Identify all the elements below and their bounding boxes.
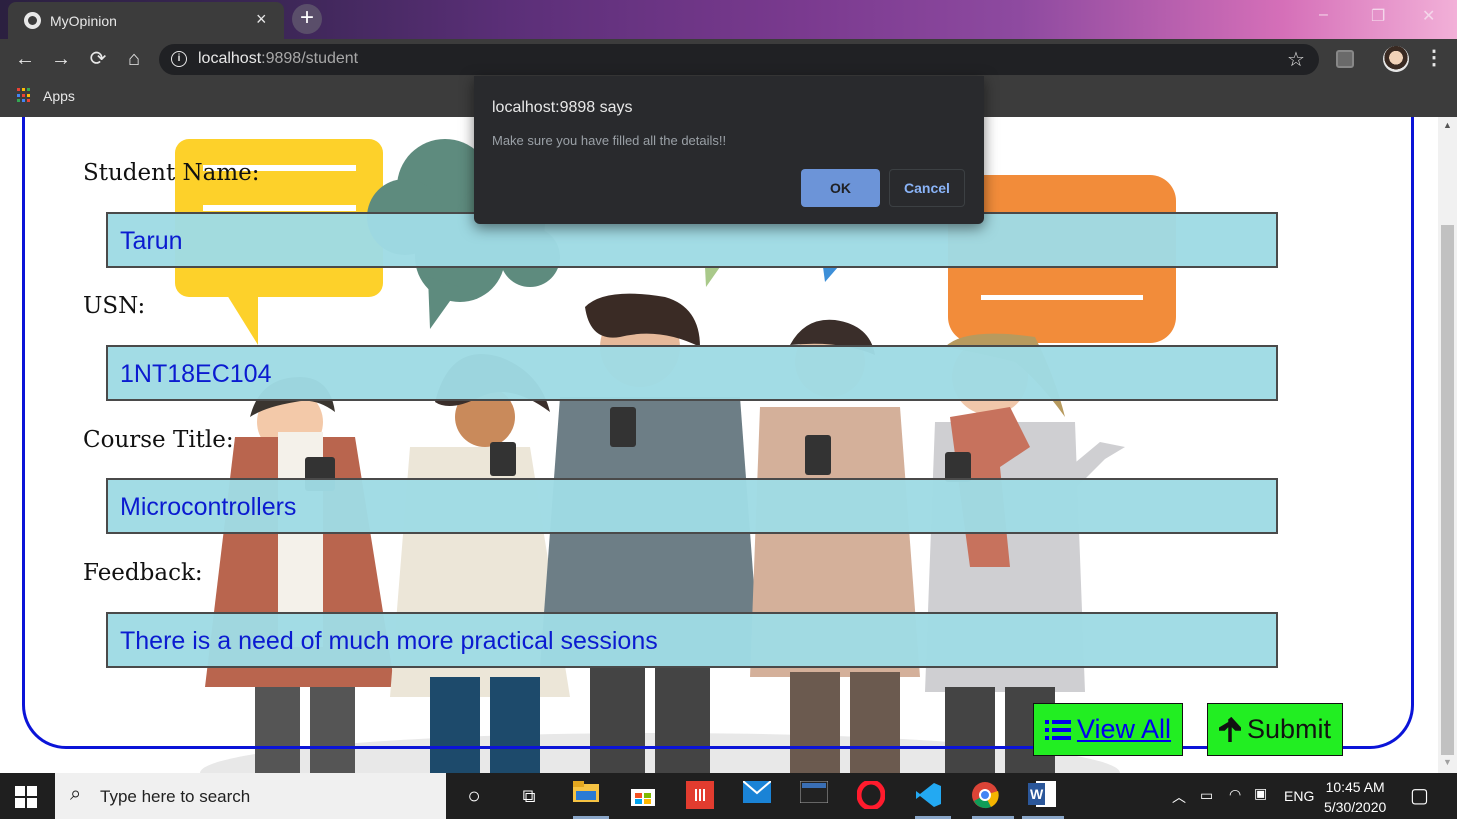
list-icon <box>1044 719 1071 740</box>
apps-bookmark[interactable]: Apps <box>43 88 75 104</box>
submit-label: Submit <box>1246 714 1332 744</box>
clock-date: 5/30/2020 <box>1324 799 1387 815</box>
restore-icon[interactable]: ❐ <box>1371 6 1385 26</box>
windows-start-icon[interactable] <box>15 786 37 808</box>
new-tab-button[interactable]: + <box>292 4 322 34</box>
notifications-icon[interactable]: ▢ <box>1410 783 1429 808</box>
tab-close-icon[interactable]: × <box>256 9 267 30</box>
store-icon[interactable] <box>628 781 658 811</box>
feedback-input[interactable]: There is a need of much more practical s… <box>106 612 1278 668</box>
browser-toolbar: ← → ⟳ ⌂ i localhost:9898/student ☆ ⋮ <box>0 39 1457 80</box>
usn-label: USN: <box>83 293 146 319</box>
printer-icon[interactable]: ▣ <box>1254 785 1267 802</box>
mail-icon[interactable] <box>742 780 772 811</box>
browser-tab[interactable]: MyOpinion × <box>8 2 284 39</box>
dialog-ok-button[interactable]: OK <box>801 169 880 207</box>
browser-tab-strip: MyOpinion × + – ❐ ✕ <box>0 0 1457 39</box>
scrollbar-thumb[interactable] <box>1441 225 1454 755</box>
student-name-label: Student Name: <box>83 160 260 186</box>
scroll-up-icon[interactable]: ▲ <box>1443 120 1452 130</box>
course-title-label: Course Title: <box>83 427 234 453</box>
show-hidden-icons-icon[interactable]: ︿ <box>1172 787 1186 807</box>
submit-button[interactable]: Submit <box>1207 703 1343 756</box>
minimize-icon[interactable]: – <box>1319 6 1328 24</box>
chrome-icon[interactable] <box>970 781 1000 811</box>
opera-icon[interactable] <box>856 779 886 811</box>
home-icon[interactable]: ⌂ <box>122 47 146 71</box>
page-scrollbar[interactable]: ▲ ▼ <box>1438 117 1457 773</box>
dialog-message: Make sure you have filled all the detail… <box>492 133 727 148</box>
url-text[interactable]: localhost:9898/student <box>198 50 358 68</box>
scroll-down-icon[interactable]: ▼ <box>1443 757 1452 767</box>
language-indicator[interactable]: ENG <box>1284 788 1314 804</box>
dialog-title: localhost:9898 says <box>492 99 633 116</box>
taskbar-search-box[interactable]: ⌕ Type here to search <box>55 773 446 819</box>
alert-dialog: localhost:9898 says Make sure you have f… <box>474 76 984 224</box>
view-all-button[interactable]: View All <box>1033 703 1183 756</box>
tab-title: MyOpinion <box>50 13 117 29</box>
url-path: :9898/student <box>261 50 359 67</box>
search-placeholder: Type here to search <box>100 787 251 806</box>
extension-icon[interactable] <box>1336 50 1354 68</box>
cortana-icon[interactable]: ○ <box>459 781 489 811</box>
app-icon[interactable] <box>685 781 715 811</box>
tab-favicon-icon <box>24 12 41 29</box>
profile-avatar[interactable] <box>1383 46 1409 72</box>
course-title-input[interactable]: Microcontrollers <box>106 478 1278 534</box>
word-icon[interactable]: W <box>1027 781 1057 811</box>
apps-grid-icon[interactable] <box>17 88 32 103</box>
task-view-icon[interactable]: ⧉ <box>514 781 544 811</box>
view-all-label: View All <box>1076 714 1172 744</box>
search-icon: ⌕ <box>70 783 82 805</box>
vscode-icon[interactable] <box>913 781 943 811</box>
bookmark-star-icon[interactable]: ☆ <box>1287 47 1305 72</box>
forward-icon[interactable]: → <box>49 47 73 71</box>
file-explorer-icon[interactable] <box>571 781 601 811</box>
usn-input[interactable]: 1NT18EC104 <box>106 345 1278 401</box>
reload-icon[interactable]: ⟳ <box>86 47 110 71</box>
battery-icon[interactable]: ▭ <box>1200 787 1213 804</box>
mysql-icon[interactable] <box>799 780 829 811</box>
address-bar[interactable]: i localhost:9898/student ☆ <box>159 44 1319 75</box>
window-close-icon[interactable]: ✕ <box>1422 6 1435 26</box>
site-info-icon[interactable]: i <box>171 51 187 67</box>
svg-text:W: W <box>1030 786 1044 802</box>
back-icon[interactable]: ← <box>13 47 37 71</box>
feedback-label: Feedback: <box>83 560 203 586</box>
url-host: localhost <box>198 50 262 67</box>
clock-time: 10:45 AM <box>1325 779 1385 795</box>
browser-menu-icon[interactable]: ⋮ <box>1424 45 1444 70</box>
system-clock[interactable]: 10:45 AM 5/30/2020 <box>1324 777 1386 817</box>
wifi-icon[interactable]: ◠ <box>1229 786 1241 803</box>
dialog-cancel-button[interactable]: Cancel <box>889 169 965 207</box>
arrow-up-icon <box>1218 716 1241 742</box>
windows-taskbar: ⌕ Type here to search ○ ⧉ W ︿ ▭ ◠ ▣ ENG … <box>0 773 1457 819</box>
